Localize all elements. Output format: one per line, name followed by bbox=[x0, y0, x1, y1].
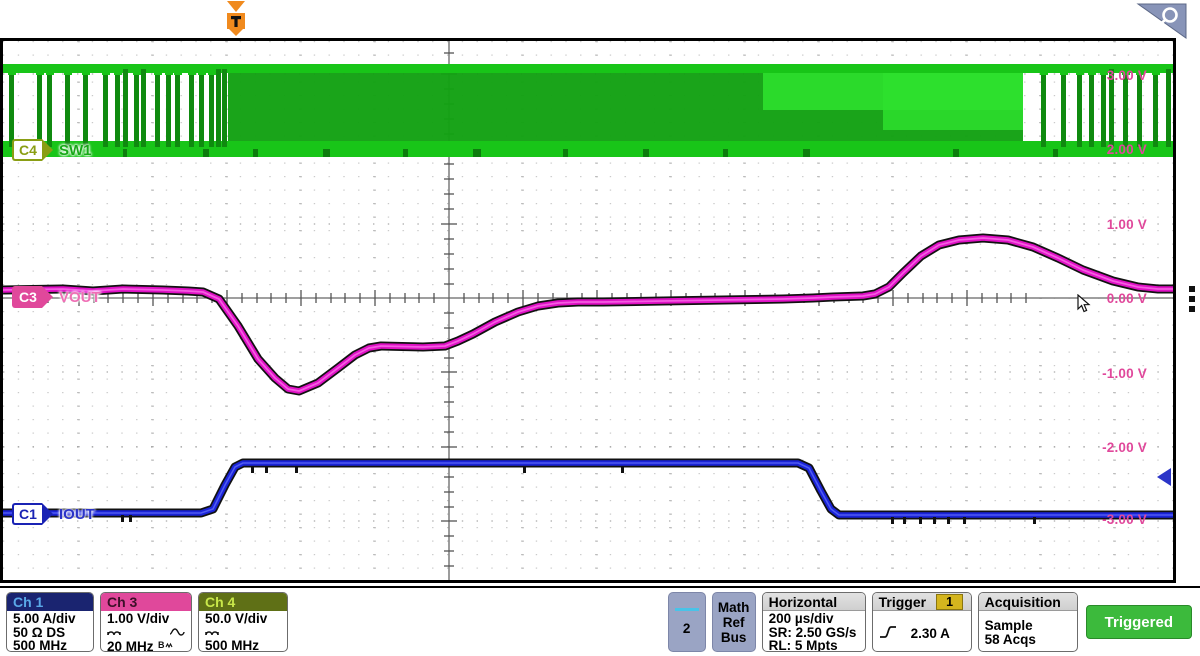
ch1-bandwidth: 500 MHz bbox=[13, 639, 67, 652]
channel-marker-c1[interactable]: C1 IOUT bbox=[7, 503, 99, 525]
badge-ch4-header: Ch 4 bbox=[199, 593, 287, 611]
volt-label-3: 3.00 V bbox=[1107, 68, 1147, 83]
volt-label-0: 0.00 V bbox=[1107, 291, 1147, 306]
ch3-bandwidth: 20 MHz bbox=[107, 640, 154, 652]
math-ref-bus-button[interactable]: Math Ref Bus bbox=[712, 592, 756, 652]
rising-edge-icon bbox=[879, 625, 897, 642]
badge-ch4[interactable]: Ch 4 50.0 V/div 500 MHz bbox=[198, 592, 288, 652]
channel-marker-c4-id: C4 bbox=[19, 142, 37, 158]
top-strip bbox=[0, 0, 1200, 38]
horizontal-header: Horizontal bbox=[763, 593, 865, 611]
mouse-cursor bbox=[1077, 294, 1093, 319]
svg-text:B: B bbox=[158, 640, 165, 650]
ref-label: Ref bbox=[723, 615, 745, 630]
ch3-scale: 1.00 V/div bbox=[107, 612, 169, 626]
channel-2-label: 2 bbox=[683, 621, 691, 636]
acquisition-header: Acquisition bbox=[979, 593, 1077, 611]
channel-2-button[interactable]: 2 bbox=[668, 592, 706, 652]
waveform-graticule[interactable]: C4 SW1 C3 VOUT C1 IOUT bbox=[0, 38, 1176, 583]
trigger-status-button[interactable]: Triggered bbox=[1086, 605, 1192, 639]
trigger-source-badge[interactable]: 1 bbox=[936, 594, 963, 610]
horizontal-timebase: 200 µs/div bbox=[769, 612, 834, 626]
badge-ch1-header: Ch 1 bbox=[7, 593, 93, 611]
volt-label-neg2: -2.00 V bbox=[1102, 440, 1147, 455]
ac-waveform-icon bbox=[169, 626, 185, 640]
dc-coupling-icon bbox=[107, 626, 121, 640]
badge-trigger[interactable]: Trigger 1 2.30 A bbox=[872, 592, 972, 652]
trigger-header-row: Trigger 1 bbox=[873, 593, 971, 611]
channel-marker-c1-id: C1 bbox=[19, 506, 37, 522]
ch4-bandwidth: 500 MHz bbox=[205, 639, 259, 652]
grid-and-traces bbox=[3, 41, 1173, 580]
channel-2-color-bar bbox=[675, 608, 699, 611]
channel-label-sw1: SW1 bbox=[59, 142, 92, 159]
trigger-position-marker[interactable] bbox=[225, 0, 247, 36]
volt-label-neg3: -3.00 V bbox=[1102, 512, 1147, 527]
bandwidth-limit-icon: B bbox=[158, 639, 173, 652]
bus-label: Bus bbox=[721, 630, 747, 645]
ground-reference-arrow-c1[interactable] bbox=[1157, 468, 1171, 486]
ch1-impedance: 50 Ω DS bbox=[13, 626, 65, 640]
volt-label-2: 2.00 V bbox=[1107, 142, 1147, 157]
horizontal-sample-rate: SR: 2.50 GS/s bbox=[769, 626, 857, 640]
zoom-magnifier-icon[interactable] bbox=[1136, 2, 1188, 40]
badge-ch1[interactable]: Ch 1 5.00 A/div 50 Ω DS 500 MHz bbox=[6, 592, 94, 652]
oscilloscope-screen: C4 SW1 C3 VOUT C1 IOUT bbox=[0, 0, 1200, 656]
trace-c4-sw1 bbox=[3, 64, 1173, 157]
bottom-settings-bar: Ch 1 5.00 A/div 50 Ω DS 500 MHz Ch 3 1.0… bbox=[0, 586, 1200, 656]
volt-label-1: 1.00 V bbox=[1107, 217, 1147, 232]
volt-label-neg1: -1.00 V bbox=[1102, 366, 1147, 381]
badge-ch3[interactable]: Ch 3 1.00 V/div 20 MHz B bbox=[100, 592, 192, 652]
channel-marker-c4[interactable]: C4 SW1 bbox=[7, 139, 96, 161]
badge-horizontal[interactable]: Horizontal 200 µs/div SR: 2.50 GS/s RL: … bbox=[762, 592, 866, 652]
ch1-scale: 5.00 A/div bbox=[13, 612, 76, 626]
channel-label-vout: VOUT bbox=[59, 289, 101, 306]
channel-marker-c3-id: C3 bbox=[19, 289, 37, 305]
acquisition-mode: Sample bbox=[985, 619, 1033, 633]
ch4-scale: 50.0 V/div bbox=[205, 612, 267, 626]
overflow-dots-icon[interactable] bbox=[1187, 282, 1197, 316]
trigger-level: 2.30 A bbox=[911, 627, 950, 641]
badge-ch3-header: Ch 3 bbox=[101, 593, 191, 611]
trigger-status-label: Triggered bbox=[1105, 614, 1173, 631]
badge-acquisition[interactable]: Acquisition Sample 58 Acqs bbox=[978, 592, 1078, 652]
acquisition-acqs: 58 Acqs bbox=[985, 633, 1036, 647]
channel-marker-c3[interactable]: C3 VOUT bbox=[7, 286, 105, 308]
trigger-header: Trigger bbox=[879, 593, 926, 611]
horizontal-record-length: RL: 5 Mpts bbox=[769, 639, 838, 652]
dc-coupling-icon bbox=[205, 626, 219, 640]
math-label: Math bbox=[718, 600, 750, 615]
channel-label-iout: IOUT bbox=[59, 506, 95, 523]
